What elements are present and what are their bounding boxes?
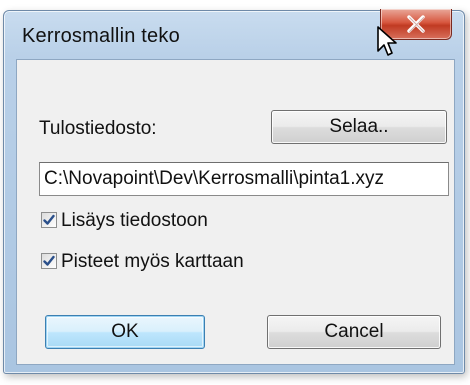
dialog-window: Kerrosmallin teko Tulostiedosto: Selaa..…	[3, 9, 465, 374]
output-file-label: Tulostiedosto:	[39, 118, 157, 139]
append-label: Lisäys tiedostoon	[61, 210, 208, 231]
window-title: Kerrosmallin teko	[22, 25, 180, 47]
dialog-body: Tulostiedosto: Selaa.. C:\Novapoint\Dev\…	[16, 59, 455, 365]
output-path-field[interactable]: C:\Novapoint\Dev\Kerrosmalli\pinta1.xyz	[39, 162, 449, 196]
points-to-map-label: Pisteet myös karttaan	[61, 251, 244, 272]
checkmark-icon	[43, 255, 55, 266]
mouse-cursor-icon	[377, 26, 397, 56]
points-to-map-checkbox[interactable]	[41, 253, 57, 269]
browse-button[interactable]: Selaa..	[271, 110, 447, 144]
append-checkbox[interactable]	[41, 212, 57, 228]
title-bar[interactable]: Kerrosmallin teko	[4, 9, 464, 59]
cancel-button[interactable]: Cancel	[267, 315, 441, 349]
checkmark-icon	[43, 214, 55, 225]
ok-button[interactable]: OK	[45, 315, 205, 349]
close-x-icon	[407, 15, 425, 33]
